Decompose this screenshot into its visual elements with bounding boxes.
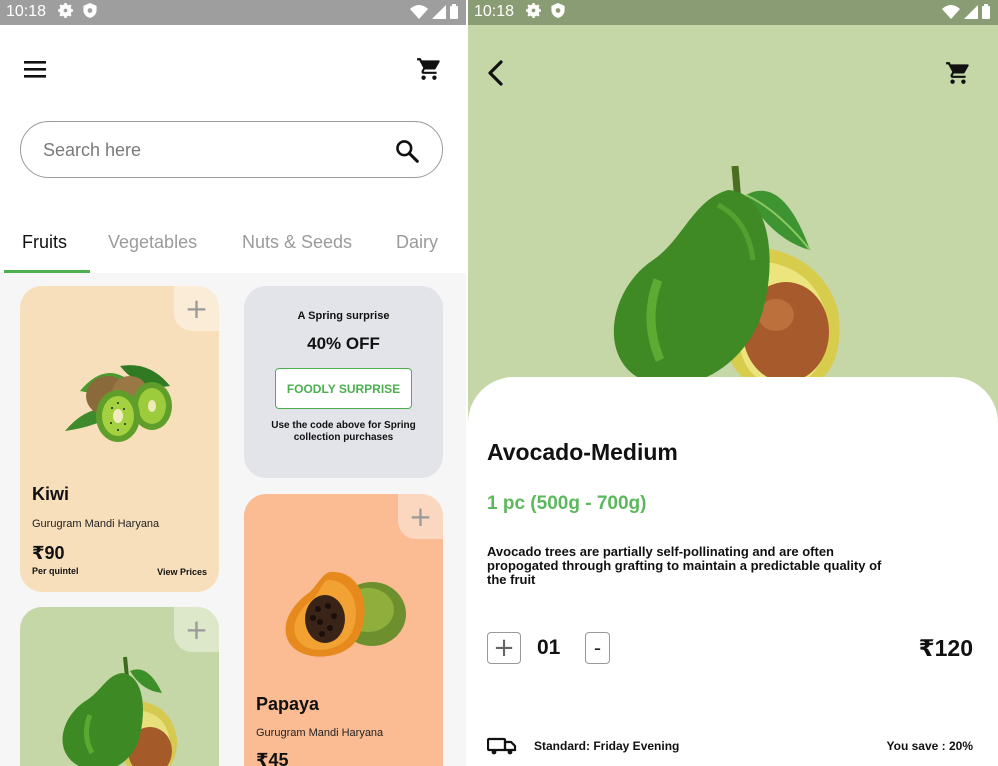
shield-icon	[83, 3, 97, 18]
avocado-hero-image	[613, 165, 840, 390]
search-bar	[20, 121, 443, 178]
shield-icon	[551, 3, 565, 18]
status-bar: 10:18	[0, 0, 466, 25]
home-screen: 10:18 Fruits Vegetables Nuts & Seeds Dai…	[0, 0, 466, 766]
product-description: Avocado trees are partially self-pollina…	[487, 544, 882, 587]
search-input[interactable]	[43, 136, 373, 164]
tab-dairy[interactable]: Dairy	[396, 232, 438, 253]
settings-icon	[58, 3, 73, 18]
settings-icon	[526, 3, 541, 18]
decrease-quantity-button[interactable]: -	[585, 632, 610, 664]
product-price: ₹45	[256, 750, 289, 766]
product-name: Papaya	[256, 694, 320, 714]
avocado-image	[62, 656, 177, 766]
increase-quantity-button[interactable]: +	[487, 632, 521, 664]
product-location: Gurugram Mandi Haryana	[32, 518, 160, 530]
add-papaya-button[interactable]: +	[398, 494, 443, 539]
promo-title: A Spring surprise	[297, 310, 390, 322]
cart-icon[interactable]	[943, 58, 973, 88]
product-weight: 1 pc (500g - 700g)	[487, 493, 647, 514]
product-price: ₹90	[32, 543, 65, 563]
product-name: Kiwi	[32, 484, 70, 504]
papaya-image	[285, 571, 406, 657]
product-card-papaya[interactable]: + Papaya Gurugram Mandi Haryana ₹45	[244, 494, 443, 766]
tab-fruits[interactable]: Fruits	[22, 232, 67, 253]
signal-icon	[964, 4, 978, 19]
tab-nuts-seeds[interactable]: Nuts & Seeds	[242, 232, 352, 253]
status-bar: 10:18	[468, 0, 998, 25]
truck-icon	[487, 737, 517, 755]
product-card-kiwi[interactable]: + Kiwi Gurugram Mandi Haryana ₹90 Per qu…	[20, 286, 219, 592]
back-icon[interactable]	[480, 58, 510, 88]
promo-note: Use the code above for Spring collection…	[271, 420, 416, 443]
menu-icon[interactable]	[20, 54, 50, 84]
delivery-text: Standard: Friday Evening	[534, 739, 680, 753]
price-unit: Per quintel	[32, 566, 79, 576]
product-location: Gurugram Mandi Haryana	[256, 727, 384, 739]
product-detail-screen: 10:18 Avocado-Medium 1 pc (500g - 700g) …	[468, 0, 998, 766]
delivery-row: Standard: Friday Evening You save : 20%	[487, 736, 977, 758]
add-avocado-button[interactable]: +	[174, 607, 219, 652]
wifi-icon	[942, 4, 960, 19]
view-prices-link[interactable]: View Prices	[157, 567, 207, 577]
cart-icon[interactable]	[414, 54, 444, 84]
quantity-value: 01	[537, 636, 561, 659]
product-title: Avocado-Medium	[487, 439, 678, 465]
status-time: 10:18	[474, 3, 515, 20]
signal-icon	[432, 4, 446, 19]
search-icon[interactable]	[394, 138, 420, 164]
kiwi-image	[65, 365, 172, 442]
status-time: 10:18	[6, 3, 47, 20]
wifi-icon	[410, 4, 428, 19]
tab-vegetables[interactable]: Vegetables	[108, 232, 197, 253]
product-sheet: Avocado-Medium 1 pc (500g - 700g) Avocad…	[468, 377, 998, 766]
product-price: ₹120	[918, 635, 973, 661]
battery-icon	[450, 4, 458, 19]
product-grid: + Kiwi Gurugram Mandi Haryana ₹90 Per qu…	[0, 273, 466, 766]
product-card-avocado[interactable]: +	[20, 607, 219, 766]
promo-discount: 40% OFF	[307, 334, 380, 353]
battery-icon	[982, 4, 990, 19]
add-kiwi-button[interactable]: +	[174, 286, 219, 331]
promo-code-button[interactable]: FOODLY SURPRISE	[275, 368, 412, 409]
savings-text: You save : 20%	[886, 739, 973, 753]
promo-card: A Spring surprise 40% OFF FOODLY SURPRIS…	[244, 286, 443, 478]
category-tabs: Fruits Vegetables Nuts & Seeds Dairy	[0, 220, 466, 273]
